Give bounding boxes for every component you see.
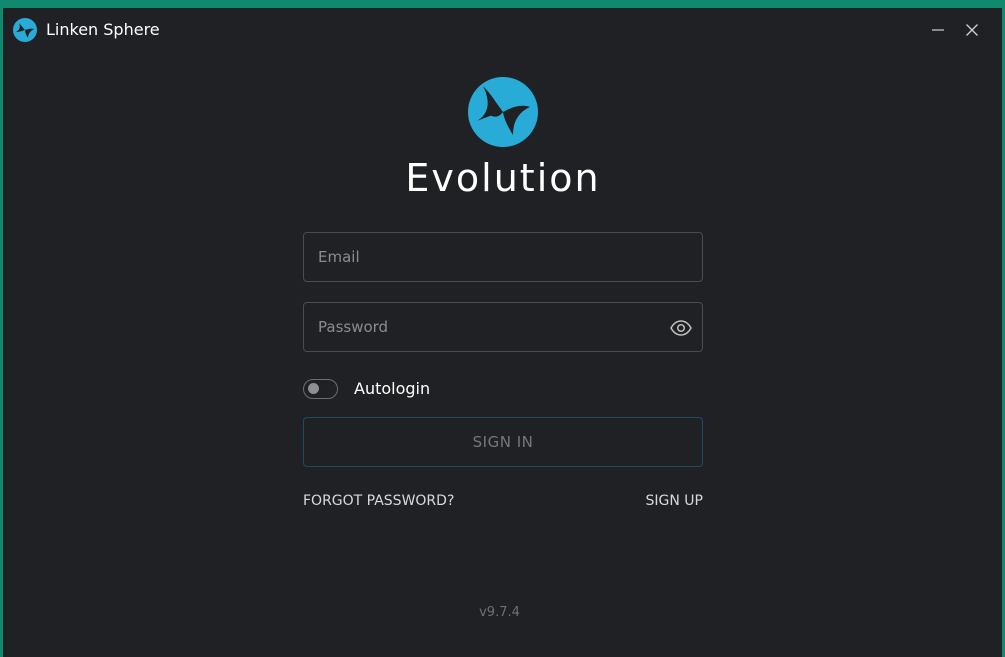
title-bar: Linken Sphere — [3, 8, 1002, 52]
version-label: v9.7.4 — [479, 605, 520, 620]
password-field-container — [303, 302, 703, 352]
minimize-icon — [932, 29, 944, 31]
autologin-toggle[interactable] — [303, 379, 338, 399]
email-field[interactable] — [304, 233, 702, 281]
password-field[interactable] — [304, 303, 702, 351]
app-window: Linken Sphere Evolution Autolo — [3, 8, 1002, 657]
close-icon — [966, 24, 978, 36]
sign-up-link[interactable]: SIGN UP — [646, 492, 703, 510]
app-title: Linken Sphere — [46, 20, 160, 39]
close-button[interactable] — [958, 16, 986, 44]
email-field-container — [303, 232, 703, 282]
eye-icon[interactable] — [669, 316, 693, 340]
minimize-button[interactable] — [924, 16, 952, 44]
linken-sphere-logo-icon — [13, 18, 37, 42]
sign-in-button[interactable]: SIGN IN — [303, 417, 703, 467]
forgot-password-link[interactable]: FORGOT PASSWORD? — [303, 492, 454, 510]
brand-name: Evolution — [405, 156, 601, 200]
evolution-logo-icon — [468, 77, 538, 147]
toggle-knob — [308, 383, 319, 394]
autologin-label: Autologin — [354, 379, 431, 398]
